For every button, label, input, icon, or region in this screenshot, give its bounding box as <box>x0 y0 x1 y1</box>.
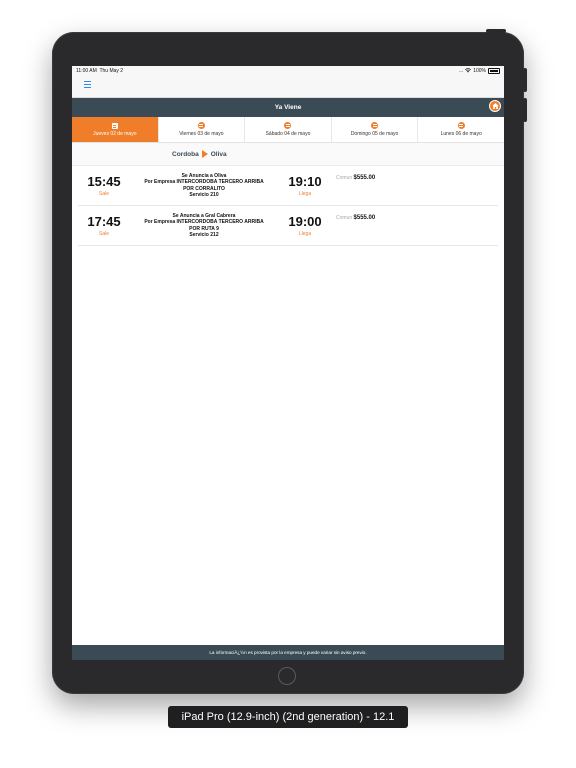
tab-jueves[interactable]: Jueves 02 de mayo <box>72 117 159 142</box>
battery-percent: 100% <box>473 68 486 74</box>
tab-label: Sábado 04 de mayo <box>265 131 311 137</box>
trip-price: Comun $555.00 <box>336 175 375 181</box>
trip-row[interactable]: 17:45 Sale Se Anuncia a Gral Cabrera Por… <box>78 206 498 246</box>
tab-label: Viernes 03 de mayo <box>179 131 224 137</box>
tab-domingo[interactable]: Domingo 05 de mayo <box>331 117 419 142</box>
trip-service: Servicio 210 <box>189 192 219 198</box>
date-tabs: Jueves 02 de mayo Viernes 03 de mayo Sáb… <box>72 117 504 143</box>
status-bar: 11:00 AM Thu May 2 ... 100% <box>72 66 504 76</box>
device-home-button[interactable] <box>278 667 296 685</box>
arrow-right-icon <box>201 150 208 158</box>
wifi-icon <box>465 67 472 75</box>
trip-row[interactable]: 15:45 Sale Se Anuncia a Oliva Por Empres… <box>78 166 498 206</box>
departure-time: 17:45 <box>87 213 121 229</box>
calendar-icon <box>111 122 118 129</box>
arrival-label: Llega <box>298 190 312 197</box>
price-value: $555.00 <box>353 215 376 221</box>
title-bar: Ya Viene <box>72 98 504 117</box>
calendar-icon <box>371 122 379 129</box>
route-header: Cordoba Oliva <box>72 143 504 166</box>
device-caption-text: iPad Pro (12.9-inch) (2nd generation) - … <box>181 711 395 723</box>
navigation-bar <box>72 76 504 98</box>
route-origin: Cordoba <box>172 150 199 158</box>
home-icon[interactable] <box>489 100 501 112</box>
price-value: $555.00 <box>353 175 376 181</box>
tab-viernes[interactable]: Viernes 03 de mayo <box>158 117 246 142</box>
status-time: 11:00 AM <box>76 68 97 74</box>
arrival-time: 19:00 <box>288 213 322 229</box>
departure-time: 15:45 <box>87 173 121 189</box>
volume-down-button <box>523 98 527 122</box>
device-caption: iPad Pro (12.9-inch) (2nd generation) - … <box>168 706 408 728</box>
trip-list: 15:45 Sale Se Anuncia a Oliva Por Empres… <box>72 166 504 246</box>
tab-label: Jueves 02 de mayo <box>93 130 137 137</box>
calendar-icon <box>457 122 465 129</box>
trip-service: Servicio 212 <box>189 232 219 238</box>
price-type: Comun <box>336 175 353 181</box>
calendar-icon <box>284 122 292 129</box>
tab-lunes[interactable]: Lunes 06 de mayo <box>418 117 504 142</box>
calendar-icon <box>197 122 205 129</box>
departure-label: Sale <box>98 190 109 197</box>
signal-icon: ... <box>459 68 464 74</box>
departure-label: Sale <box>98 230 109 237</box>
battery-icon <box>488 68 500 74</box>
page-title: Ya Viene <box>274 104 302 111</box>
tab-sabado[interactable]: Sábado 04 de mayo <box>245 117 332 142</box>
trip-price: Comun $555.00 <box>336 215 375 221</box>
hamburger-menu-icon[interactable] <box>84 81 91 88</box>
status-date: Thu May 2 <box>99 68 124 74</box>
route-destination: Oliva <box>210 150 227 158</box>
price-type: Comun <box>336 215 353 221</box>
tab-label: Lunes 06 de mayo <box>440 131 482 137</box>
volume-up-button <box>523 68 527 92</box>
disclaimer-footer: La informaciÃ¿½n es provista por la empr… <box>72 645 504 660</box>
power-button <box>486 29 506 33</box>
arrival-label: Llega <box>298 230 312 237</box>
arrival-time: 19:10 <box>288 173 322 189</box>
tab-label: Domingo 05 de mayo <box>350 131 399 137</box>
disclaimer-text: La informaciÃ¿½n es provista por la empr… <box>209 650 367 655</box>
app-screen: 11:00 AM Thu May 2 ... 100% Ya Viene Jue… <box>72 66 504 660</box>
